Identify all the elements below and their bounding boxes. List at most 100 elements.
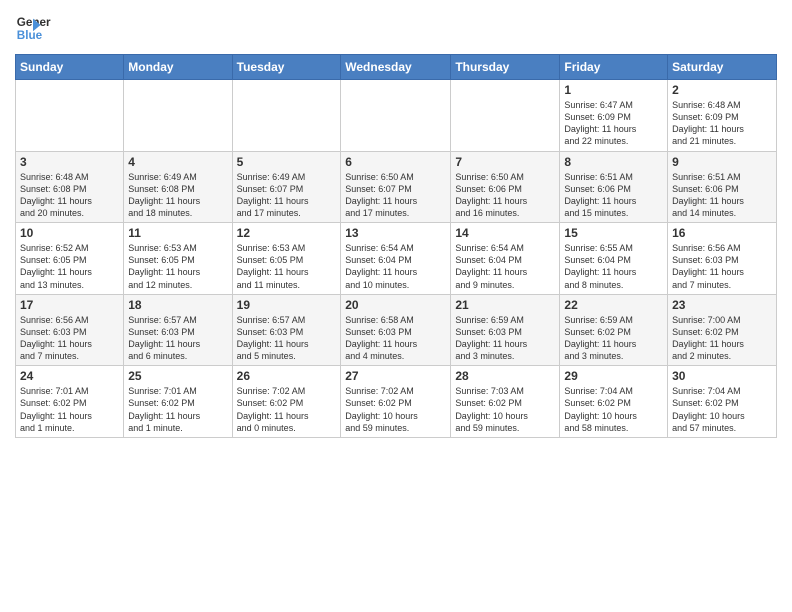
day-number: 20 <box>345 298 446 312</box>
calendar-cell: 12 Sunrise: 6:53 AM Sunset: 6:05 PM Dayli… <box>232 223 341 295</box>
calendar-cell: 23 Sunrise: 7:00 AM Sunset: 6:02 PM Dayli… <box>668 294 777 366</box>
day-number: 17 <box>20 298 119 312</box>
day-info: Sunrise: 6:47 AM Sunset: 6:09 PM Dayligh… <box>564 99 663 148</box>
day-number: 4 <box>128 155 227 169</box>
weekday-header-friday: Friday <box>560 55 668 80</box>
day-number: 3 <box>20 155 119 169</box>
logo-icon: General Blue <box>15 10 51 46</box>
day-info: Sunrise: 7:01 AM Sunset: 6:02 PM Dayligh… <box>20 385 119 434</box>
day-info: Sunrise: 6:55 AM Sunset: 6:04 PM Dayligh… <box>564 242 663 291</box>
day-info: Sunrise: 6:57 AM Sunset: 6:03 PM Dayligh… <box>128 314 227 363</box>
calendar-cell <box>341 80 451 152</box>
day-number: 2 <box>672 83 772 97</box>
day-info: Sunrise: 6:52 AM Sunset: 6:05 PM Dayligh… <box>20 242 119 291</box>
day-info: Sunrise: 6:54 AM Sunset: 6:04 PM Dayligh… <box>455 242 555 291</box>
day-number: 21 <box>455 298 555 312</box>
calendar-cell: 13Sunrise: 6:54 AM Sunset: 6:04 PM Dayli… <box>341 223 451 295</box>
calendar-week-5: 24 Sunrise: 7:01 AM Sunset: 6:02 PM Dayli… <box>16 366 777 438</box>
calendar-cell: 7 Sunrise: 6:50 AM Sunset: 6:06 PM Daylig… <box>451 151 560 223</box>
calendar-cell <box>16 80 124 152</box>
day-number: 10 <box>20 226 119 240</box>
header: General Blue <box>15 10 777 46</box>
calendar-cell: 6 Sunrise: 6:50 AM Sunset: 6:07 PM Daylig… <box>341 151 451 223</box>
day-info: Sunrise: 6:53 AM Sunset: 6:05 PM Dayligh… <box>237 242 337 291</box>
calendar-cell <box>124 80 232 152</box>
day-number: 16 <box>672 226 772 240</box>
day-info: Sunrise: 7:04 AM Sunset: 6:02 PM Dayligh… <box>564 385 663 434</box>
day-number: 24 <box>20 369 119 383</box>
calendar-cell: 21 Sunrise: 6:59 AM Sunset: 6:03 PM Dayli… <box>451 294 560 366</box>
day-number: 26 <box>237 369 337 383</box>
day-number: 18 <box>128 298 227 312</box>
day-info: Sunrise: 6:58 AM Sunset: 6:03 PM Dayligh… <box>345 314 446 363</box>
day-info: Sunrise: 6:57 AM Sunset: 6:03 PM Dayligh… <box>237 314 337 363</box>
weekday-header-monday: Monday <box>124 55 232 80</box>
day-info: Sunrise: 6:50 AM Sunset: 6:07 PM Dayligh… <box>345 171 446 220</box>
calendar-cell: 25Sunrise: 7:01 AM Sunset: 6:02 PM Dayli… <box>124 366 232 438</box>
calendar-cell: 15 Sunrise: 6:55 AM Sunset: 6:04 PM Dayli… <box>560 223 668 295</box>
day-info: Sunrise: 6:51 AM Sunset: 6:06 PM Dayligh… <box>672 171 772 220</box>
calendar-cell: 17 Sunrise: 6:56 AM Sunset: 6:03 PM Dayli… <box>16 294 124 366</box>
calendar-cell: 10 Sunrise: 6:52 AM Sunset: 6:05 PM Dayli… <box>16 223 124 295</box>
day-info: Sunrise: 7:02 AM Sunset: 6:02 PM Dayligh… <box>237 385 337 434</box>
day-info: Sunrise: 7:04 AM Sunset: 6:02 PM Dayligh… <box>672 385 772 434</box>
day-info: Sunrise: 6:59 AM Sunset: 6:02 PM Dayligh… <box>564 314 663 363</box>
day-info: Sunrise: 7:01 AM Sunset: 6:02 PM Dayligh… <box>128 385 227 434</box>
day-number: 23 <box>672 298 772 312</box>
weekday-header-sunday: Sunday <box>16 55 124 80</box>
day-info: Sunrise: 6:51 AM Sunset: 6:06 PM Dayligh… <box>564 171 663 220</box>
calendar-cell: 11 Sunrise: 6:53 AM Sunset: 6:05 PM Dayli… <box>124 223 232 295</box>
weekday-header-wednesday: Wednesday <box>341 55 451 80</box>
calendar-cell <box>232 80 341 152</box>
day-info: Sunrise: 6:48 AM Sunset: 6:08 PM Dayligh… <box>20 171 119 220</box>
weekday-header-row: SundayMondayTuesdayWednesdayThursdayFrid… <box>16 55 777 80</box>
calendar-cell <box>451 80 560 152</box>
weekday-header-thursday: Thursday <box>451 55 560 80</box>
calendar-cell: 30 Sunrise: 7:04 AM Sunset: 6:02 PM Dayli… <box>668 366 777 438</box>
day-number: 11 <box>128 226 227 240</box>
day-number: 8 <box>564 155 663 169</box>
day-number: 14 <box>455 226 555 240</box>
calendar-table: SundayMondayTuesdayWednesdayThursdayFrid… <box>15 54 777 438</box>
day-number: 9 <box>672 155 772 169</box>
calendar-cell: 27 Sunrise: 7:02 AM Sunset: 6:02 PM Dayli… <box>341 366 451 438</box>
weekday-header-tuesday: Tuesday <box>232 55 341 80</box>
day-number: 5 <box>237 155 337 169</box>
calendar-cell: 20 Sunrise: 6:58 AM Sunset: 6:03 PM Dayli… <box>341 294 451 366</box>
svg-text:Blue: Blue <box>17 29 43 42</box>
calendar-cell: 5 Sunrise: 6:49 AM Sunset: 6:07 PM Daylig… <box>232 151 341 223</box>
calendar-cell: 1 Sunrise: 6:47 AM Sunset: 6:09 PM Daylig… <box>560 80 668 152</box>
day-number: 30 <box>672 369 772 383</box>
calendar-cell: 22 Sunrise: 6:59 AM Sunset: 6:02 PM Dayli… <box>560 294 668 366</box>
calendar-week-4: 17 Sunrise: 6:56 AM Sunset: 6:03 PM Dayli… <box>16 294 777 366</box>
calendar-cell: 8 Sunrise: 6:51 AM Sunset: 6:06 PM Daylig… <box>560 151 668 223</box>
day-info: Sunrise: 6:50 AM Sunset: 6:06 PM Dayligh… <box>455 171 555 220</box>
day-number: 27 <box>345 369 446 383</box>
calendar-cell: 14 Sunrise: 6:54 AM Sunset: 6:04 PM Dayli… <box>451 223 560 295</box>
day-info: Sunrise: 6:56 AM Sunset: 6:03 PM Dayligh… <box>20 314 119 363</box>
day-number: 7 <box>455 155 555 169</box>
day-info: Sunrise: 6:49 AM Sunset: 6:07 PM Dayligh… <box>237 171 337 220</box>
calendar-cell: 16Sunrise: 6:56 AM Sunset: 6:03 PM Dayli… <box>668 223 777 295</box>
calendar-cell: 9 Sunrise: 6:51 AM Sunset: 6:06 PM Daylig… <box>668 151 777 223</box>
day-number: 6 <box>345 155 446 169</box>
day-info: Sunrise: 6:53 AM Sunset: 6:05 PM Dayligh… <box>128 242 227 291</box>
day-number: 1 <box>564 83 663 97</box>
day-number: 29 <box>564 369 663 383</box>
day-info: Sunrise: 6:48 AM Sunset: 6:09 PM Dayligh… <box>672 99 772 148</box>
day-info: Sunrise: 6:59 AM Sunset: 6:03 PM Dayligh… <box>455 314 555 363</box>
day-info: Sunrise: 7:02 AM Sunset: 6:02 PM Dayligh… <box>345 385 446 434</box>
day-number: 22 <box>564 298 663 312</box>
day-info: Sunrise: 7:03 AM Sunset: 6:02 PM Dayligh… <box>455 385 555 434</box>
day-info: Sunrise: 7:00 AM Sunset: 6:02 PM Dayligh… <box>672 314 772 363</box>
calendar-week-2: 3 Sunrise: 6:48 AM Sunset: 6:08 PM Daylig… <box>16 151 777 223</box>
calendar-cell: 4Sunrise: 6:49 AM Sunset: 6:08 PM Daylig… <box>124 151 232 223</box>
calendar-cell: 19Sunrise: 6:57 AM Sunset: 6:03 PM Dayli… <box>232 294 341 366</box>
day-number: 15 <box>564 226 663 240</box>
calendar-cell: 24 Sunrise: 7:01 AM Sunset: 6:02 PM Dayli… <box>16 366 124 438</box>
calendar-cell: 26 Sunrise: 7:02 AM Sunset: 6:02 PM Dayli… <box>232 366 341 438</box>
day-number: 28 <box>455 369 555 383</box>
day-number: 13 <box>345 226 446 240</box>
calendar-week-1: 1 Sunrise: 6:47 AM Sunset: 6:09 PM Daylig… <box>16 80 777 152</box>
day-number: 12 <box>237 226 337 240</box>
